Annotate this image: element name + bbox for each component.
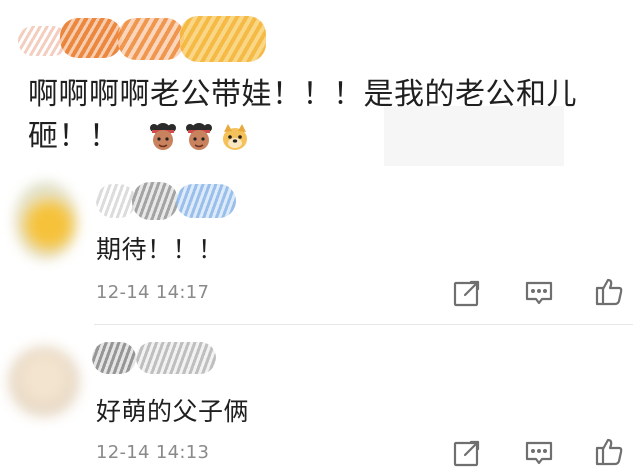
reply-text: 期待！！！ xyxy=(96,235,224,264)
doge-icon xyxy=(222,124,247,150)
username-redacted[interactable] xyxy=(92,338,232,378)
reply-time: 12-14 14:17 xyxy=(96,282,210,303)
share-icon[interactable] xyxy=(450,436,484,470)
comment-icon[interactable] xyxy=(522,276,556,310)
reply-time: 12-14 14:13 xyxy=(96,442,210,463)
like-icon[interactable] xyxy=(592,274,626,308)
reply-text: 好萌的父子俩 xyxy=(96,397,250,426)
like-icon[interactable] xyxy=(592,434,626,468)
emoji-row xyxy=(146,122,250,152)
watermark-block xyxy=(384,106,564,166)
divider xyxy=(94,324,633,325)
username-redacted[interactable] xyxy=(96,178,246,222)
share-icon[interactable] xyxy=(450,276,484,310)
avatar[interactable] xyxy=(4,172,86,272)
comment-icon[interactable] xyxy=(522,436,556,470)
avatar[interactable] xyxy=(0,336,90,430)
username-redacted xyxy=(18,8,278,70)
main-comment-line-2: 砸！！ xyxy=(28,119,120,154)
girl-face-icon xyxy=(149,123,176,150)
girl-face-icon xyxy=(185,123,212,150)
